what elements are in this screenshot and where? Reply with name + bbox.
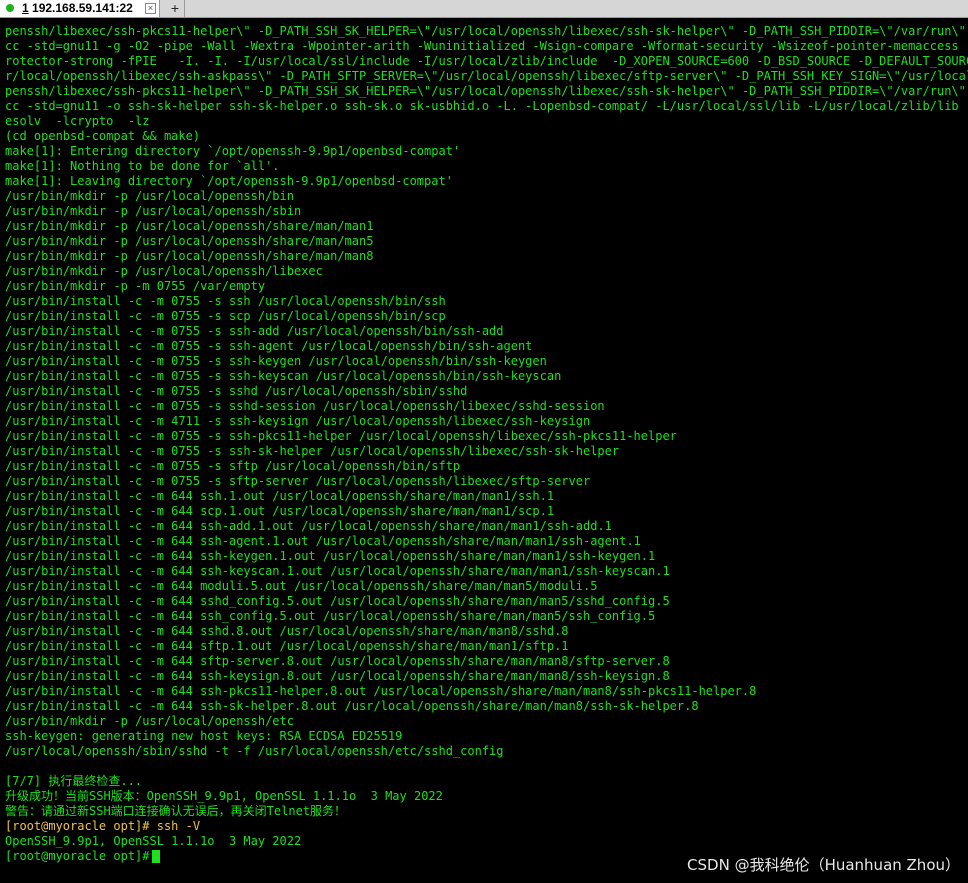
terminal-output[interactable]: penssh/libexec/ssh-pkcs11-helper\" -D_PA… (0, 24, 968, 883)
terminal-line: penssh/libexec/ssh-pkcs11-helper\" -D_PA… (5, 24, 968, 38)
terminal-line: 警告：请通过新SSH端口连接确认无误后，再关闭Telnet服务！ (5, 804, 347, 818)
terminal-line: /usr/bin/install -c -m 4711 -s ssh-keysi… (5, 414, 591, 428)
session-tab-host: 192.168.59.141:22 (32, 1, 133, 15)
terminal-line: /usr/bin/install -c -m 644 ssh-keysign.8… (5, 669, 670, 683)
csdn-watermark: CSDN @我科绝伦（Huanhuan Zhou） (687, 856, 960, 874)
close-tab-icon[interactable]: × (145, 3, 156, 14)
terminal-line: /usr/bin/install -c -m 0755 -s sshd /usr… (5, 384, 468, 398)
terminal-line: /usr/bin/install -c -m 0755 -s ssh-keysc… (5, 369, 562, 383)
terminal-line: /usr/bin/install -c -m 644 ssh-add.1.out… (5, 519, 612, 533)
terminal-line: /usr/bin/mkdir -p /usr/local/openssh/sha… (5, 234, 374, 248)
terminal-line: /usr/bin/mkdir -p /usr/local/openssh/bin (5, 189, 294, 203)
terminal-line: make[1]: Nothing to be done for `all'. (5, 159, 280, 173)
terminal-line: /usr/bin/install -c -m 644 ssh-sk-helper… (5, 699, 699, 713)
terminal-line: make[1]: Leaving directory `/opt/openssh… (5, 174, 453, 188)
terminal-line: [root@myoracle opt]# (5, 849, 157, 863)
session-tab-number: 1 (22, 1, 29, 15)
terminal-line: /usr/bin/install -c -m 644 scp.1.out /us… (5, 504, 555, 518)
terminal-line: /usr/bin/install -c -m 644 sftp-server.8… (5, 654, 670, 668)
terminal-line: /usr/bin/install -c -m 0755 -s ssh-add /… (5, 324, 504, 338)
terminal-line: /usr/bin/install -c -m 644 ssh.1.out /us… (5, 489, 555, 503)
session-tab-label: 1 192.168.59.141:22 (22, 0, 133, 17)
terminal-line: /usr/local/openssh/sbin/sshd -t -f /usr/… (5, 744, 504, 758)
terminal-line: /usr/bin/install -c -m 644 sshd.8.out /u… (5, 624, 569, 638)
terminal-line: rotector-strong -fPIE -I. -I. -I/usr/loc… (5, 54, 968, 68)
terminal-line: ssh-keygen: generating new host keys: RS… (5, 729, 403, 743)
terminal-line: (cd openbsd-compat && make) (5, 129, 201, 143)
connection-status-icon (6, 4, 14, 12)
new-tab-button[interactable]: + (166, 0, 185, 17)
terminal-line: /usr/bin/install -c -m 644 sshd_config.5… (5, 594, 670, 608)
terminal-line: r/local/openssh/libexec/ssh-askpass\" -D… (5, 69, 968, 83)
terminal-line: esolv -lcrypto -lz (5, 114, 150, 128)
terminal-line: /usr/bin/install -c -m 0755 -s ssh-pkcs1… (5, 429, 677, 443)
session-tab[interactable]: 1 192.168.59.141:22 × (0, 0, 160, 17)
terminal-line: /usr/bin/install -c -m 0755 -s ssh-sk-he… (5, 444, 620, 458)
terminal-line: /usr/bin/install -c -m 644 ssh-pkcs11-he… (5, 684, 757, 698)
terminal-line: /usr/bin/mkdir -p -m 0755 /var/empty (5, 279, 266, 293)
terminal-line: /usr/bin/mkdir -p /usr/local/openssh/lib… (5, 264, 323, 278)
terminal-line: /usr/bin/install -c -m 0755 -s sftp /usr… (5, 459, 461, 473)
terminal-line: make[1]: Entering directory `/opt/openss… (5, 144, 461, 158)
terminal-line: /usr/bin/install -c -m 0755 -s sshd-sess… (5, 399, 605, 413)
terminal-line: /usr/bin/install -c -m 0755 -s ssh-keyge… (5, 354, 547, 368)
terminal-line: /usr/bin/install -c -m 644 ssh-agent.1.o… (5, 534, 641, 548)
terminal-line: /usr/bin/install -c -m 0755 -s scp /usr/… (5, 309, 446, 323)
terminal-line: /usr/bin/install -c -m 0755 -s ssh /usr/… (5, 294, 446, 308)
terminal-line: /usr/bin/mkdir -p /usr/local/openssh/sha… (5, 249, 374, 263)
terminal-line: /usr/bin/install -c -m 644 ssh_config.5.… (5, 609, 656, 623)
terminal-line: /usr/bin/install -c -m 0755 -s ssh-agent… (5, 339, 533, 353)
terminal-line: cc -std=gnu11 -g -O2 -pipe -Wall -Wextra… (5, 39, 968, 53)
terminal-line: /usr/bin/install -c -m 644 ssh-keygen.1.… (5, 549, 656, 563)
terminal-line: /usr/bin/install -c -m 644 sftp.1.out /u… (5, 639, 569, 653)
terminal-line: cc -std=gnu11 -o ssh-sk-helper ssh-sk-he… (5, 99, 968, 113)
terminal-line: penssh/libexec/ssh-pkcs11-helper\" -D_PA… (5, 84, 968, 98)
terminal-line: [7/7] 执行最终检查... (5, 774, 143, 788)
terminal-line: /usr/bin/install -c -m 0755 -s sftp-serv… (5, 474, 591, 488)
terminal-line: OpenSSH_9.9p1, OpenSSL 1.1.1o 3 May 2022 (5, 834, 302, 848)
terminal-line: /usr/bin/install -c -m 644 ssh-keyscan.1… (5, 564, 670, 578)
terminal-cursor (152, 850, 160, 863)
terminal-line: /usr/bin/install -c -m 644 moduli.5.out … (5, 579, 598, 593)
terminal-line: /usr/bin/mkdir -p /usr/local/openssh/etc (5, 714, 294, 728)
terminal-line: /usr/bin/mkdir -p /usr/local/openssh/sha… (5, 219, 374, 233)
tab-bar: 1 192.168.59.141:22 × + (0, 0, 968, 18)
terminal-line: 升级成功！当前SSH版本：OpenSSH_9.9p1, OpenSSL 1.1.… (5, 789, 443, 803)
terminal-line: /usr/bin/mkdir -p /usr/local/openssh/sbi… (5, 204, 302, 218)
terminal-line: [root@myoracle opt]# ssh -V (5, 819, 201, 833)
